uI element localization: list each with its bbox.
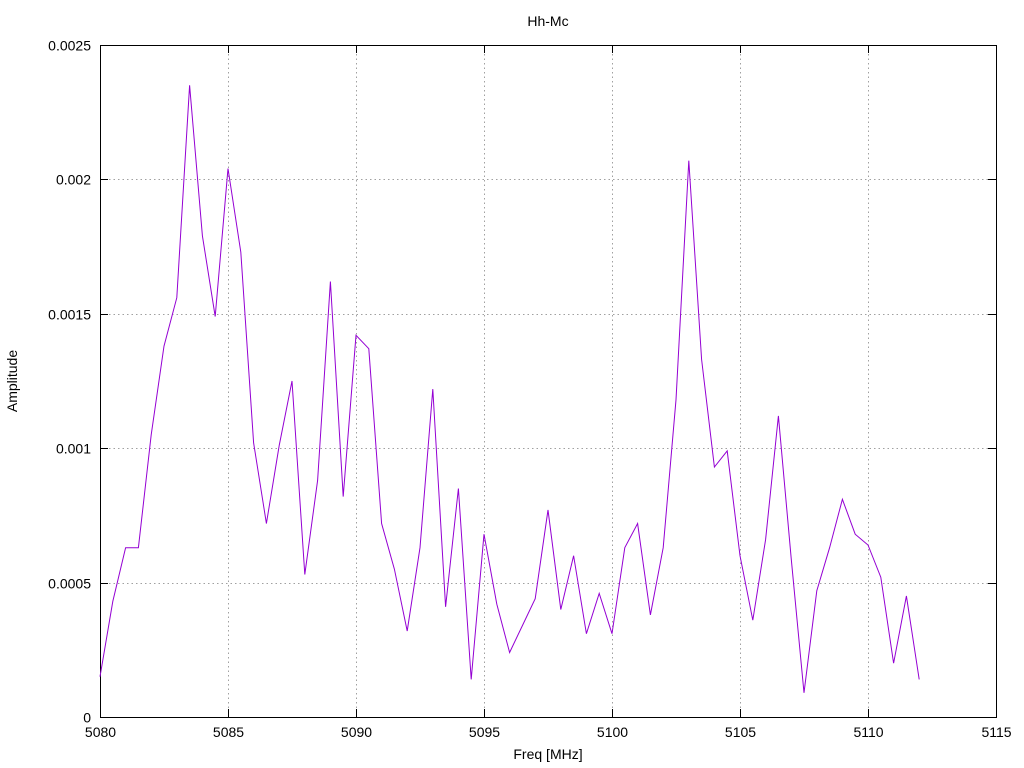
data-point [240,251,241,252]
data-point [855,534,856,535]
data-point [483,534,484,535]
data-point [599,593,600,594]
y-tick-label: 0.002 [56,172,91,188]
data-point [816,590,817,591]
data-point [355,335,356,336]
data-point [202,235,203,236]
x-axis-label: Freq [MHz] [513,746,582,762]
data-point [189,85,190,86]
data-point [522,625,523,626]
data-point [394,569,395,570]
data-point [535,598,536,599]
chart-title: Hh-Mc [527,13,568,29]
x-tick-label: 5105 [725,724,756,740]
data-point [279,445,280,446]
data-point [163,346,164,347]
data-point [714,466,715,467]
data-point [253,442,254,443]
data-point [317,480,318,481]
data-point [343,496,344,497]
tick-labels: 5080 5085 5090 5095 5100 5105 5110 5115 0 0.0005 0… [48,38,1012,741]
data-point [752,620,753,621]
series-line-0 [99,85,920,693]
data-point [624,547,625,548]
x-tick-label: 5115 [981,724,1011,740]
data-point [125,547,126,548]
data-point [471,679,472,680]
data-point [637,523,638,524]
data-point [112,601,113,602]
data-point [509,652,510,653]
axis-ticks [100,45,997,718]
data-point [803,692,804,693]
data-point [381,523,382,524]
data-point [688,160,689,161]
data-point [893,663,894,664]
data-point [701,359,702,360]
y-tick-label: 0.0005 [48,576,91,592]
data-point [176,297,177,298]
x-tick-label: 5090 [341,724,372,740]
grid [100,45,996,717]
data-point [151,434,152,435]
data-point [586,633,587,634]
data-point [906,595,907,596]
data-point [368,348,369,349]
data-point [611,633,612,634]
series [99,85,920,693]
data-point [650,614,651,615]
data-point [778,415,779,416]
y-axis-label: Amplitude [4,350,20,412]
x-tick-label: 5095 [469,724,500,740]
data-point [304,574,305,575]
data-point [560,609,561,610]
y-tick-label: 0.0025 [48,38,91,54]
data-point [791,558,792,559]
data-point [829,547,830,548]
x-tick-label: 5080 [85,724,116,740]
x-tick-label: 5085 [213,724,244,740]
data-point [266,523,267,524]
data-point [675,399,676,400]
data-point [432,389,433,390]
data-point [407,630,408,631]
data-point [573,555,574,556]
data-point [842,499,843,500]
data-point [419,547,420,548]
data-point [291,380,292,381]
line-chart: 5080 5085 5090 5095 5100 5105 5110 5115 0 0.0005 0… [4,13,1012,762]
data-point [138,547,139,548]
y-tick-label: 0.0015 [48,307,91,323]
data-point [99,676,100,677]
plot-frame [100,45,997,718]
data-point [727,450,728,451]
data-point [215,316,216,317]
y-tick-label: 0.001 [56,441,91,457]
data-point [880,577,881,578]
data-point [919,679,920,680]
data-point [547,509,548,510]
data-point [445,606,446,607]
data-point [765,539,766,540]
data-point [739,555,740,556]
data-point [227,168,228,169]
data-point [867,544,868,545]
data-point [458,488,459,489]
y-tick-label: 0 [83,710,91,726]
data-point [496,604,497,605]
x-tick-label: 5100 [597,724,628,740]
data-point [663,547,664,548]
data-point [330,281,331,282]
x-tick-label: 5110 [853,724,883,740]
